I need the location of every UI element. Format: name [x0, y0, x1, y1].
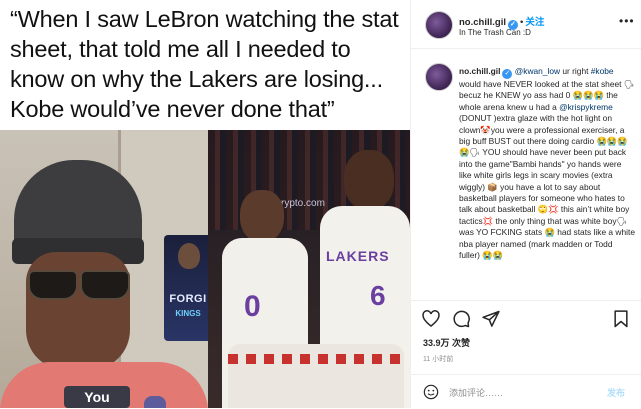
post-image[interactable]: “When I saw LeBron watching the stat she…	[0, 0, 410, 408]
comment-username[interactable]: no.chill.gil	[459, 66, 500, 76]
action-bar	[411, 300, 641, 335]
bookmark-icon[interactable]	[611, 309, 631, 329]
post-sidebar: no.chill.gil ✓ • 关注 In The Trash Can :D •••…	[410, 0, 641, 408]
comment-icon[interactable]	[451, 309, 471, 329]
sunglasses-lens-left	[28, 270, 78, 300]
sunglasses-lens-right	[80, 270, 130, 300]
player1-jersey-number: 0	[244, 290, 261, 323]
post-timestamp[interactable]: 11 小时前	[423, 354, 453, 364]
comment-text-c: (DONUT )extra glaze with the hot light o…	[459, 101, 638, 261]
more-options-icon[interactable]: •••	[619, 14, 635, 28]
add-comment-bar: 发布	[411, 374, 641, 409]
follow-button[interactable]: 关注	[525, 17, 544, 28]
comment-hashtag[interactable]: #kobe	[591, 66, 614, 76]
player2-head	[344, 150, 394, 210]
comment-text-a: ur right	[560, 66, 591, 76]
separator-dot: •	[519, 17, 524, 28]
share-icon[interactable]	[481, 309, 501, 329]
player2-team-name: LAKERS	[326, 248, 390, 264]
like-count[interactable]: 33.9万 次赞	[423, 336, 470, 349]
author-username[interactable]: no.chill.gil	[459, 17, 506, 28]
comment-mention-2[interactable]: @krispykreme	[559, 102, 613, 112]
comment-input[interactable]	[449, 386, 589, 400]
comment-verified-icon: ✓	[502, 69, 513, 79]
gaming-logo: FORGI KINGS	[164, 235, 208, 341]
streamer-webcam-panel: FORGI KINGS	[0, 130, 208, 408]
post-header: no.chill.gil ✓ • 关注 In The Trash Can :D •••	[411, 0, 641, 49]
meme-caption-area: “When I saw LeBron watching the stat she…	[0, 0, 410, 130]
record-indicator	[144, 396, 166, 408]
author-subtitle[interactable]: In The Trash Can :D	[459, 28, 531, 37]
comment-mention[interactable]: @kwan_low	[515, 66, 560, 76]
player2-jersey-number: 6	[370, 280, 386, 311]
heart-icon[interactable]	[421, 309, 441, 329]
author-avatar[interactable]	[425, 11, 453, 39]
logo-brand: FORGI	[169, 293, 207, 305]
post-button[interactable]: 发布	[607, 386, 625, 399]
caption-comment: no.chill.gil ✓ @kwan_low ur right #kobe w…	[459, 66, 635, 262]
comment-avatar[interactable]	[425, 63, 453, 91]
player1-head	[240, 190, 284, 242]
logo-brand-sub: KINGS	[175, 309, 201, 318]
emoji-icon[interactable]	[423, 384, 439, 400]
meme-caption: “When I saw LeBron watching the stat she…	[10, 6, 399, 122]
sunglasses	[28, 270, 130, 300]
towel-stripe	[228, 354, 404, 364]
camera-you-tag: You	[64, 386, 130, 408]
lakers-bench-photo: crypto.com 0 LAKERS 6	[208, 130, 410, 408]
logo-face	[178, 243, 200, 269]
